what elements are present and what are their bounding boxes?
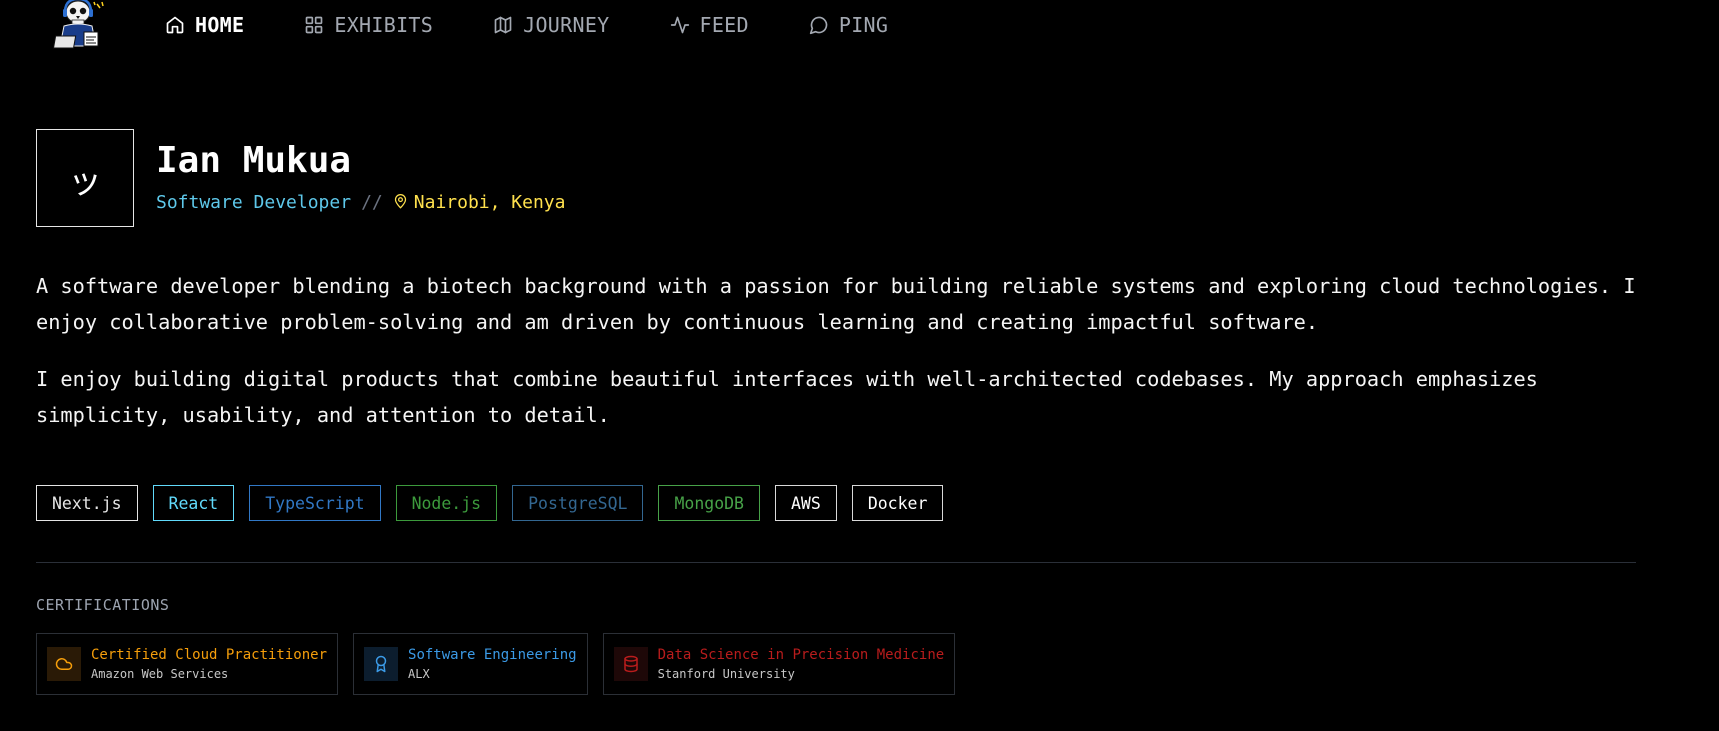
nav-exhibits[interactable]: EXHIBITS: [304, 13, 433, 37]
nav-home[interactable]: HOME: [165, 13, 244, 37]
activity-icon: [670, 16, 689, 34]
profile-location: Nairobi, Kenya: [413, 192, 566, 213]
chat-bubble-icon: [809, 16, 828, 35]
tag-mongodb[interactable]: MongoDB: [658, 485, 760, 521]
grid-icon: [306, 16, 323, 34]
nav-exhibits-label: EXHIBITS: [334, 13, 434, 37]
avatar-glyph: ッ: [68, 161, 102, 202]
nav-ping-label: PING: [838, 13, 889, 37]
tag-react[interactable]: React: [152, 485, 235, 521]
nav-home-label: HOME: [195, 13, 245, 37]
cert-card-aws[interactable]: Certified Cloud Practitioner Amazon Web …: [36, 633, 339, 695]
award-icon: [364, 647, 399, 681]
avatar: ッ: [36, 129, 134, 227]
tag-nodejs[interactable]: Node.js: [395, 485, 498, 521]
tag-typescript[interactable]: TypeScript: [249, 485, 381, 521]
nav-journey-label: JOURNEY: [523, 13, 610, 37]
tag-nextjs[interactable]: Next.js: [36, 485, 138, 521]
cert-title: Certified Cloud Practitioner: [91, 646, 328, 663]
cert-title: Data Science in Precision Medicine: [657, 646, 945, 663]
tag-aws[interactable]: AWS: [775, 485, 837, 521]
bio-paragraph-1: A software developer blending a biotech …: [36, 274, 1636, 334]
map-pin-icon: [393, 192, 414, 213]
database-icon: [613, 647, 648, 681]
profile-name: Ian Mukua: [156, 140, 352, 181]
nav-feed-label: FEED: [699, 13, 749, 37]
cert-org: ALX: [408, 666, 430, 681]
tag-postgresql[interactable]: PostgreSQL: [512, 485, 644, 521]
cert-title: Software Engineering: [408, 646, 577, 663]
cert-org: Amazon Web Services: [91, 666, 229, 681]
map-icon: [494, 16, 512, 34]
nav-feed[interactable]: FEED: [670, 13, 749, 37]
nav-ping[interactable]: PING: [809, 13, 888, 37]
nav-journey[interactable]: JOURNEY: [493, 13, 609, 37]
home-icon: [166, 16, 184, 34]
site-logo[interactable]: [50, 0, 106, 52]
certifications-heading: CERTIFICATIONS: [36, 596, 170, 614]
page: HOME EXHIBITS JOURNEY FEED PING ッ Ian Mu…: [0, 0, 1719, 731]
profile-role: Software Developer: [156, 192, 352, 213]
cloud-icon: [47, 647, 81, 681]
tag-docker[interactable]: Docker: [851, 485, 944, 521]
cert-org: Stanford University: [657, 666, 795, 681]
tech-tags: Next.js React TypeScript Node.js Postgre…: [36, 485, 958, 521]
section-divider: [36, 562, 1636, 563]
cert-card-stanford[interactable]: Data Science in Precision Medicine Stanf…: [602, 633, 956, 695]
cert-card-alx[interactable]: Software Engineering ALX: [353, 633, 588, 695]
bio-paragraph-2: I enjoy building digital products that c…: [36, 367, 1538, 427]
profile-subline: Software Developer // Nairobi, Kenya: [156, 192, 565, 213]
main-nav: HOME EXHIBITS JOURNEY FEED PING: [165, 10, 948, 40]
certifications-list: Certified Cloud Practitioner Amazon Web …: [36, 633, 970, 695]
profile-separator: //: [361, 192, 383, 213]
